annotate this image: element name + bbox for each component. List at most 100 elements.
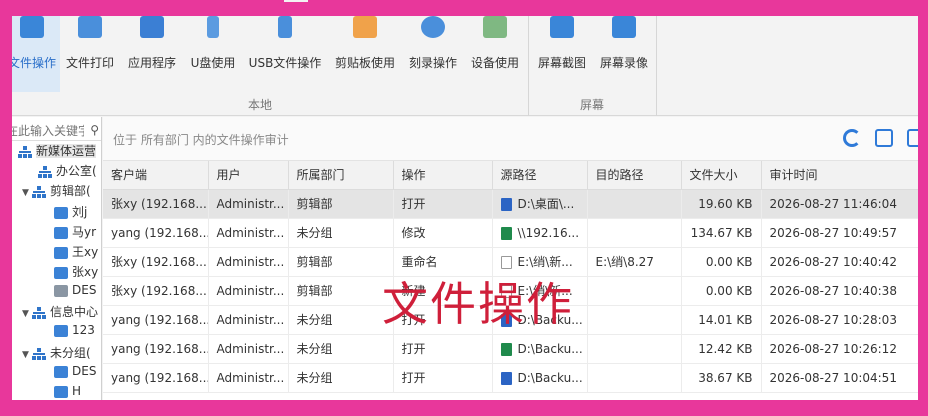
cell-size-text: 134.67 KB	[690, 225, 753, 240]
cell-time-text: 2026-08-27 10:04:51	[769, 370, 897, 385]
cell-size: 134.67 KB	[681, 218, 762, 248]
cell-size: 19.60 KB	[681, 189, 762, 219]
column-header-op[interactable]: 操作	[393, 161, 493, 190]
column-header-time[interactable]: 审计时间	[761, 161, 918, 190]
computer-icon	[54, 246, 68, 259]
cell-user: Administr...	[208, 363, 289, 393]
org-icon	[32, 306, 46, 319]
cell-client-text: yang (192.168....	[111, 312, 208, 327]
computer-icon	[54, 266, 68, 279]
ribbon-print-button[interactable]: 文件打印	[64, 16, 116, 92]
computer-icon	[54, 206, 68, 219]
cell-client: yang (192.168....	[103, 305, 209, 335]
tree-node[interactable]: 马yr	[54, 223, 96, 243]
tree-node[interactable]: ▼ 未分组(	[22, 344, 91, 364]
tree-node[interactable]: 办公室(	[28, 162, 97, 182]
cell-user-text: Administr...	[216, 225, 285, 240]
column-header-size[interactable]: 文件大小	[681, 161, 762, 190]
group-label-local: 本地	[248, 98, 273, 112]
usb-file-icon	[278, 16, 292, 38]
chevron-down-icon[interactable]: ▼	[22, 188, 32, 198]
ribbon-application-button[interactable]: 应用程序	[124, 16, 180, 92]
computer-icon	[54, 365, 68, 378]
chevron-down-icon[interactable]: ▼	[22, 350, 32, 360]
export-icon[interactable]	[875, 129, 893, 147]
cell-user: Administr...	[208, 276, 289, 306]
refresh-icon[interactable]	[843, 129, 861, 147]
table-row[interactable]: yang (192.168.... Administr... 未分组 打开 D:\Bac…	[103, 363, 918, 393]
cell-src-text: D:\Backu...	[517, 370, 583, 385]
group-label-screen: 屏幕	[580, 98, 605, 112]
path-text: 位于 所有部门 内的文件操作审计	[113, 133, 289, 147]
file-operation-icon	[20, 16, 44, 38]
top-tick	[284, 0, 308, 2]
share-icon[interactable]	[907, 129, 918, 147]
search-icon[interactable]: ⚲	[90, 123, 99, 137]
tree-node[interactable]: ▼ 信息中心	[22, 303, 98, 323]
cell-dept: 未分组	[288, 334, 394, 364]
column-header-client[interactable]: 客户端	[103, 161, 209, 190]
cell-dept: 剪辑部	[288, 247, 394, 277]
cell-size: 12.42 KB	[681, 334, 762, 364]
column-header-src[interactable]: 源路径	[492, 161, 588, 190]
table-row[interactable]: yang (192.168.... Administr... 未分组 修改 \\192.…	[103, 218, 918, 248]
computer-icon	[54, 385, 68, 398]
tree-node[interactable]: H	[54, 384, 81, 400]
computer-icon	[54, 226, 68, 239]
cell-dst	[587, 218, 682, 248]
ribbon-device-button[interactable]: 设备使用	[468, 16, 522, 92]
cell-user: Administr...	[208, 334, 289, 364]
table-row[interactable]: yang (192.168.... Administr... 未分组 打开 D:\Bac…	[103, 334, 918, 364]
tree-node[interactable]: 123	[54, 323, 95, 343]
cell-size: 14.01 KB	[681, 305, 762, 335]
computer-icon	[54, 284, 68, 297]
org-icon	[38, 165, 52, 178]
cell-src: D:\桌面\...	[492, 189, 588, 219]
clipboard-icon	[353, 16, 377, 38]
cell-size: 0.00 KB	[681, 247, 762, 277]
cell-op-text: 重命名	[401, 255, 438, 269]
column-header-dst[interactable]: 目的路径	[587, 161, 682, 190]
tree-node[interactable]: ▼ 剪辑部(	[22, 182, 91, 202]
tree-node[interactable]: 刘j	[54, 203, 87, 223]
cell-time: 2026-08-27 10:49:57	[761, 218, 918, 248]
overlay-caption: 文件操作	[382, 277, 574, 331]
cell-op: 打开	[393, 189, 493, 219]
table-header: 客户端 用户 所属部门 操作 源路径 目的路径 文件大小 审计时间	[103, 161, 918, 190]
word-file-icon	[500, 371, 512, 385]
printer-icon	[78, 16, 102, 38]
column-header-dept[interactable]: 所属部门	[288, 161, 394, 190]
ribbon-usb-file-button[interactable]: USB文件操作	[246, 16, 324, 92]
column-header-user[interactable]: 用户	[208, 161, 289, 190]
ribbon-screen-record-button[interactable]: 屏幕录像	[596, 16, 652, 92]
table-row[interactable]: 张xy (192.168.... Administr... 剪辑部 打开 D:\桌面\.…	[103, 189, 918, 219]
ribbon-file-operation-button[interactable]: 文件操作	[12, 16, 60, 92]
tree-node[interactable]: 王xy	[54, 243, 98, 263]
ribbon-disc-burn-button[interactable]: 刻录操作	[406, 16, 460, 92]
cell-dst	[587, 334, 682, 364]
cell-size-text: 0.00 KB	[705, 283, 753, 298]
path-bar: 位于 所有部门 内的文件操作审计	[103, 117, 918, 161]
cell-src: \\192.16...	[492, 218, 588, 248]
tree-node[interactable]: DES	[54, 364, 96, 384]
usb-drive-icon	[207, 16, 219, 38]
ribbon-screenshot-button[interactable]: 屏幕截图	[534, 16, 590, 92]
tree-node[interactable]: 张xy	[54, 263, 98, 283]
cell-dept-text: 剪辑部	[296, 255, 333, 269]
ribbon-clipboard-button[interactable]: 剪贴板使用	[332, 16, 398, 92]
cell-client: yang (192.168....	[103, 218, 209, 248]
tree-node[interactable]: DES	[54, 283, 96, 303]
cell-dept-text: 未分组	[296, 226, 333, 240]
tree-search: ⚲	[12, 121, 101, 141]
tree-search-input[interactable]	[12, 123, 84, 139]
group-separator	[656, 16, 657, 116]
cell-time: 2026-08-27 10:28:03	[761, 305, 918, 335]
cell-time-text: 2026-08-27 10:40:42	[769, 254, 897, 269]
ribbon-usb-drive-button[interactable]: U盘使用	[186, 16, 240, 92]
department-tree: ⚲ 新媒体运营 办公室( ▼剪辑部( 刘j 马yr 王xy 张xy DES ▼信…	[12, 117, 102, 400]
org-icon	[32, 185, 46, 198]
chevron-down-icon[interactable]: ▼	[22, 309, 32, 319]
audit-panel: 位于 所有部门 内的文件操作审计 客户端 用户 所属部门 操作 源路径 目的路径…	[103, 117, 918, 400]
cell-size-text: 0.00 KB	[705, 254, 753, 269]
tree-node[interactable]: 新媒体运营	[18, 142, 97, 162]
